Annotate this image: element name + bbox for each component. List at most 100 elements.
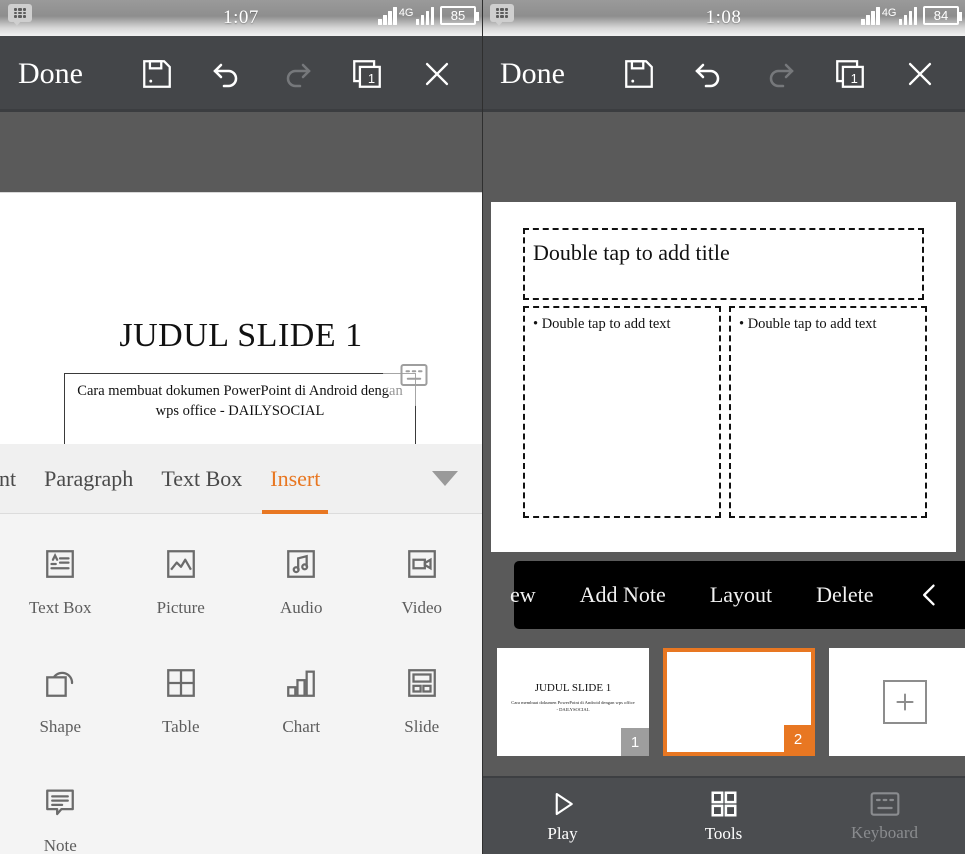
insert-item-picture[interactable]: Picture <box>121 528 242 641</box>
slide-context-menu: ew Add Note Layout Delete <box>510 561 965 629</box>
insert-item-label: Chart <box>282 717 321 736</box>
tab-text-box[interactable]: Text Box <box>147 444 256 514</box>
done-button[interactable]: Done <box>18 57 128 91</box>
slide-page[interactable]: Double tap to add title • Double tap to … <box>491 202 956 552</box>
insert-item-label: Shape <box>39 717 82 736</box>
context-menu-back-button[interactable] <box>896 578 965 612</box>
slide-count-label: 1 <box>367 70 376 86</box>
editor-toolbar: Done 1 <box>0 36 482 112</box>
floating-keyboard-button[interactable] <box>383 344 445 406</box>
slide-thumbnail-strip[interactable]: JUDUL SLIDE 1 Cara membuat dokumen Power… <box>482 637 965 767</box>
done-button[interactable]: Done <box>500 57 610 91</box>
status-bar: 1:07 4G 85 <box>0 0 482 36</box>
right-phone-panel: 1:08 4G 84 Done 1 Double tap to add titl… <box>482 0 965 854</box>
slide-manager-button[interactable]: 1 <box>344 51 390 97</box>
save-button[interactable] <box>616 51 662 97</box>
insert-item-label: Note <box>43 836 77 854</box>
thumbnail-title: JUDUL SLIDE 1 <box>534 682 612 694</box>
picture-icon <box>164 540 198 588</box>
insert-item-chart[interactable]: Chart <box>241 647 362 760</box>
shape-icon <box>43 659 77 707</box>
nav-play[interactable]: Play <box>482 778 643 854</box>
thumbnail-number: 2 <box>784 725 812 753</box>
context-menu-wrap: ew Add Note Layout Delete <box>482 553 965 637</box>
insert-item-text-box[interactable]: Text Box <box>0 528 121 641</box>
nav-label: Play <box>547 823 578 843</box>
insert-item-audio[interactable]: Audio <box>241 528 362 641</box>
video-icon <box>405 540 439 588</box>
signal-icon <box>378 5 397 25</box>
text-box-icon <box>43 540 77 588</box>
collapse-ribbon-button[interactable] <box>408 444 482 514</box>
insert-item-label: Text Box <box>28 598 92 617</box>
signal-icon-2 <box>415 5 434 25</box>
insert-options-grid: Text Box Picture Audio Video Shape Table… <box>0 514 482 854</box>
body-placeholder-left[interactable]: • Double tap to add text <box>523 306 721 518</box>
body-placeholder-left-text: • Double tap to add text <box>533 316 671 332</box>
tab-paragraph[interactable]: Paragraph <box>30 444 147 514</box>
network-label: 4G <box>398 7 414 19</box>
battery-icon: 84 <box>923 6 962 25</box>
slide-thumbnail-2[interactable]: 2 <box>663 648 815 756</box>
ribbon-tabs: ont Paragraph Text Box Insert <box>0 444 482 514</box>
title-placeholder[interactable]: Double tap to add title <box>523 228 924 300</box>
insert-item-label: Video <box>401 598 443 617</box>
body-placeholder-right[interactable]: • Double tap to add text <box>729 306 927 518</box>
battery-icon: 85 <box>440 6 479 25</box>
slide-icon <box>405 659 439 707</box>
body-placeholder-right-text: • Double tap to add text <box>739 316 877 332</box>
screenshot-root: 1:07 4G 85 Done 1 JUDUL SLIDE 1 Cara mem… <box>0 0 965 854</box>
nav-keyboard: Keyboard <box>804 778 965 854</box>
insert-item-slide[interactable]: Slide <box>362 647 483 760</box>
chevron-down-icon <box>432 471 458 486</box>
undo-button[interactable] <box>204 51 250 97</box>
bottom-navigation: Play Tools Keyboard <box>482 776 965 854</box>
signal-icon-2 <box>898 5 917 25</box>
note-icon <box>43 778 77 826</box>
status-bar: 1:08 4G 84 <box>482 0 965 36</box>
insert-bottom-sheet: ont Paragraph Text Box Insert Text <box>0 444 482 854</box>
battery-level: 84 <box>933 8 949 23</box>
save-button[interactable] <box>134 51 180 97</box>
insert-item-table[interactable]: Table <box>121 647 242 760</box>
add-slide-button[interactable] <box>829 648 965 756</box>
close-button[interactable] <box>897 51 943 97</box>
slide-canvas[interactable]: Double tap to add title • Double tap to … <box>482 112 965 553</box>
nav-label: Keyboard <box>850 822 919 842</box>
editor-toolbar: Done 1 <box>482 36 965 112</box>
undo-button[interactable] <box>686 51 732 97</box>
redo-button <box>757 51 803 97</box>
plus-icon <box>883 680 927 724</box>
context-item-new[interactable]: ew <box>506 582 558 608</box>
nav-label: Tools <box>704 823 743 843</box>
slide-count-label: 1 <box>850 70 858 86</box>
insert-item-label: Audio <box>280 598 323 617</box>
context-item-delete[interactable]: Delete <box>794 582 895 608</box>
battery-level: 85 <box>450 8 466 23</box>
tab-insert[interactable]: Insert <box>256 444 334 514</box>
thumbnail-number: 1 <box>621 728 649 756</box>
signal-icon <box>861 5 880 25</box>
insert-item-label: Slide <box>404 717 440 736</box>
tab-font[interactable]: ont <box>0 444 30 514</box>
context-item-layout[interactable]: Layout <box>688 582 794 608</box>
panel-divider <box>482 0 483 854</box>
thumbnail-subtitle: Cara membuat dokumen PowerPoint di Andro… <box>511 700 635 712</box>
slide-thumbnail-1[interactable]: JUDUL SLIDE 1 Cara membuat dokumen Power… <box>497 648 649 756</box>
table-icon <box>164 659 198 707</box>
chart-icon <box>284 659 318 707</box>
slide-page[interactable]: JUDUL SLIDE 1 Cara membuat dokumen Power… <box>0 192 482 463</box>
insert-item-label: Picture <box>156 598 205 617</box>
status-indicators: 4G 84 <box>861 5 962 25</box>
slide-manager-button[interactable]: 1 <box>827 51 873 97</box>
audio-icon <box>284 540 318 588</box>
slide-subtitle-text: Cara membuat dokumen PowerPoint di Andro… <box>77 383 403 419</box>
insert-item-video[interactable]: Video <box>362 528 483 641</box>
close-button[interactable] <box>414 51 460 97</box>
nav-tools[interactable]: Tools <box>643 778 804 854</box>
context-item-add-note[interactable]: Add Note <box>558 582 688 608</box>
title-placeholder-text: Double tap to add title <box>533 240 730 265</box>
redo-button <box>274 51 320 97</box>
insert-item-shape[interactable]: Shape <box>0 647 121 760</box>
insert-item-note[interactable]: Note <box>0 766 121 854</box>
